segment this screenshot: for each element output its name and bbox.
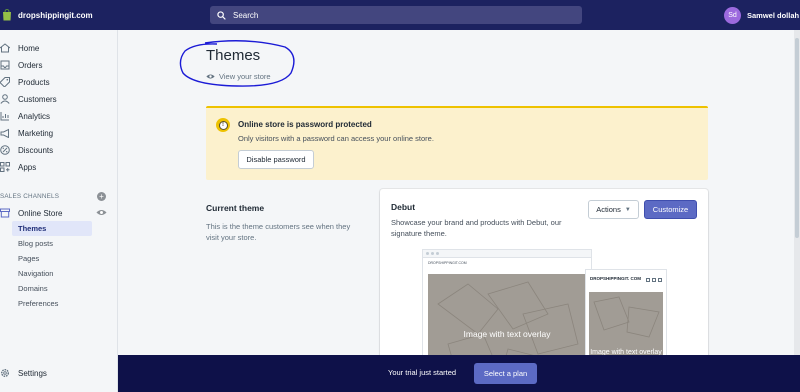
sidebar-item-analytics[interactable]: Analytics [0, 108, 118, 124]
sidebar-item-label: Customers [18, 94, 57, 104]
user-name: Samwel dollah [747, 10, 800, 20]
sidebar-item-label: Settings [18, 368, 47, 378]
browser-chrome [423, 250, 591, 258]
apps-icon [0, 162, 10, 172]
sidebar-item-label: Orders [18, 60, 43, 70]
sidebar-sub-navigation[interactable]: Navigation [12, 266, 92, 281]
preview-header: DROPSHIPPINGIT.COM [423, 258, 591, 268]
sidebar-item-online-store[interactable]: Online Store [0, 205, 118, 221]
bar-chart-icon [0, 112, 9, 121]
scrollbar[interactable] [794, 30, 800, 392]
sidebar-item-label: Analytics [18, 111, 51, 121]
trial-bar: Your trial just started Select a plan [118, 355, 800, 392]
add-sales-channel-icon[interactable]: + [97, 191, 106, 201]
sidebar: Home Orders Products Customers Analytics… [0, 30, 118, 392]
sidebar-sub-blog-posts[interactable]: Blog posts [12, 236, 92, 251]
warning-icon: ! [216, 118, 230, 132]
chevron-down-icon: ▼ [624, 206, 631, 213]
sidebar-item-discounts[interactable]: Discounts [0, 142, 118, 158]
sidebar-item-apps[interactable]: Apps [0, 159, 118, 175]
select-plan-button[interactable]: Select a plan [474, 363, 537, 384]
eye-icon [206, 74, 215, 79]
store-name: dropshippingit.com [18, 10, 93, 20]
disable-password-button[interactable]: Disable password [238, 150, 314, 169]
sidebar-sub-domains[interactable]: Domains [12, 281, 92, 296]
preview-mobile-icons [644, 278, 662, 282]
shopify-bag-icon [3, 9, 11, 21]
customize-button[interactable]: Customize [644, 200, 697, 219]
orders-icon [0, 60, 10, 70]
avatar: Sd [724, 6, 741, 24]
sidebar-item-label: Products [18, 77, 50, 87]
sales-channels-header: SALES CHANNELS + [0, 190, 118, 202]
store-icon [0, 208, 10, 218]
megaphone-icon [0, 128, 9, 138]
password-warning-banner: ! Online store is password protected Onl… [206, 106, 708, 180]
search-placeholder: Search [233, 10, 259, 20]
gear-icon [1, 369, 9, 377]
sidebar-sub-themes[interactable]: Themes [12, 221, 92, 236]
sidebar-item-label: Online Store [18, 208, 63, 218]
theme-name: Debut [391, 202, 416, 212]
banner-title: Online store is password protected [238, 120, 372, 129]
sidebar-item-label: Home [18, 43, 40, 53]
sidebar-item-customers[interactable]: Customers [0, 91, 118, 107]
tag-icon [0, 77, 10, 87]
current-theme-description: This is the theme customers see when the… [206, 222, 351, 242]
user-menu[interactable]: Sd Samwel dollah [724, 6, 799, 24]
actions-dropdown[interactable]: Actions ▼ [588, 200, 639, 219]
sidebar-item-label: Discounts [18, 145, 54, 155]
current-theme-heading: Current theme [206, 203, 265, 213]
view-store-label: View your store [219, 72, 271, 81]
theme-description: Showcase your brand and products with De… [391, 218, 562, 238]
actions-label: Actions [596, 205, 621, 214]
search-input[interactable]: Search [210, 6, 582, 24]
sidebar-item-products[interactable]: Products [0, 74, 118, 90]
banner-text: Only visitors with a password can access… [238, 134, 434, 143]
sidebar-item-marketing[interactable]: Marketing [0, 125, 118, 141]
main-content: Themes View your store ! Online store is… [119, 30, 800, 392]
top-bar: dropshippingit.com Search Sd Samwel doll… [0, 0, 800, 30]
sidebar-item-label: Apps [18, 162, 37, 172]
discount-icon [0, 145, 10, 155]
sales-channels-label: SALES CHANNELS [0, 192, 60, 200]
search-icon [217, 10, 226, 20]
sidebar-sub-preferences[interactable]: Preferences [12, 296, 92, 311]
sidebar-item-home[interactable]: Home [0, 40, 118, 56]
sidebar-sub-pages[interactable]: Pages [12, 251, 92, 266]
sidebar-item-orders[interactable]: Orders [0, 57, 118, 73]
sidebar-item-label: Marketing [18, 128, 54, 138]
person-icon [0, 94, 10, 104]
preview-mobile-brand: DROPSHIPPINGIT. COM [590, 276, 642, 281]
eye-icon[interactable] [96, 208, 107, 217]
store-brand[interactable]: dropshippingit.com [0, 0, 93, 30]
sidebar-item-settings[interactable]: Settings [0, 365, 118, 381]
trial-text: Your trial just started [388, 368, 457, 377]
scroll-thumb[interactable] [795, 38, 799, 238]
home-icon [0, 43, 10, 53]
hand-drawn-circle-annotation [179, 40, 295, 87]
preview-overlay-text: Image with text overlay [463, 329, 551, 339]
view-store-link[interactable]: View your store [206, 72, 271, 81]
preview-brand: DROPSHIPPINGIT.COM [428, 261, 467, 265]
